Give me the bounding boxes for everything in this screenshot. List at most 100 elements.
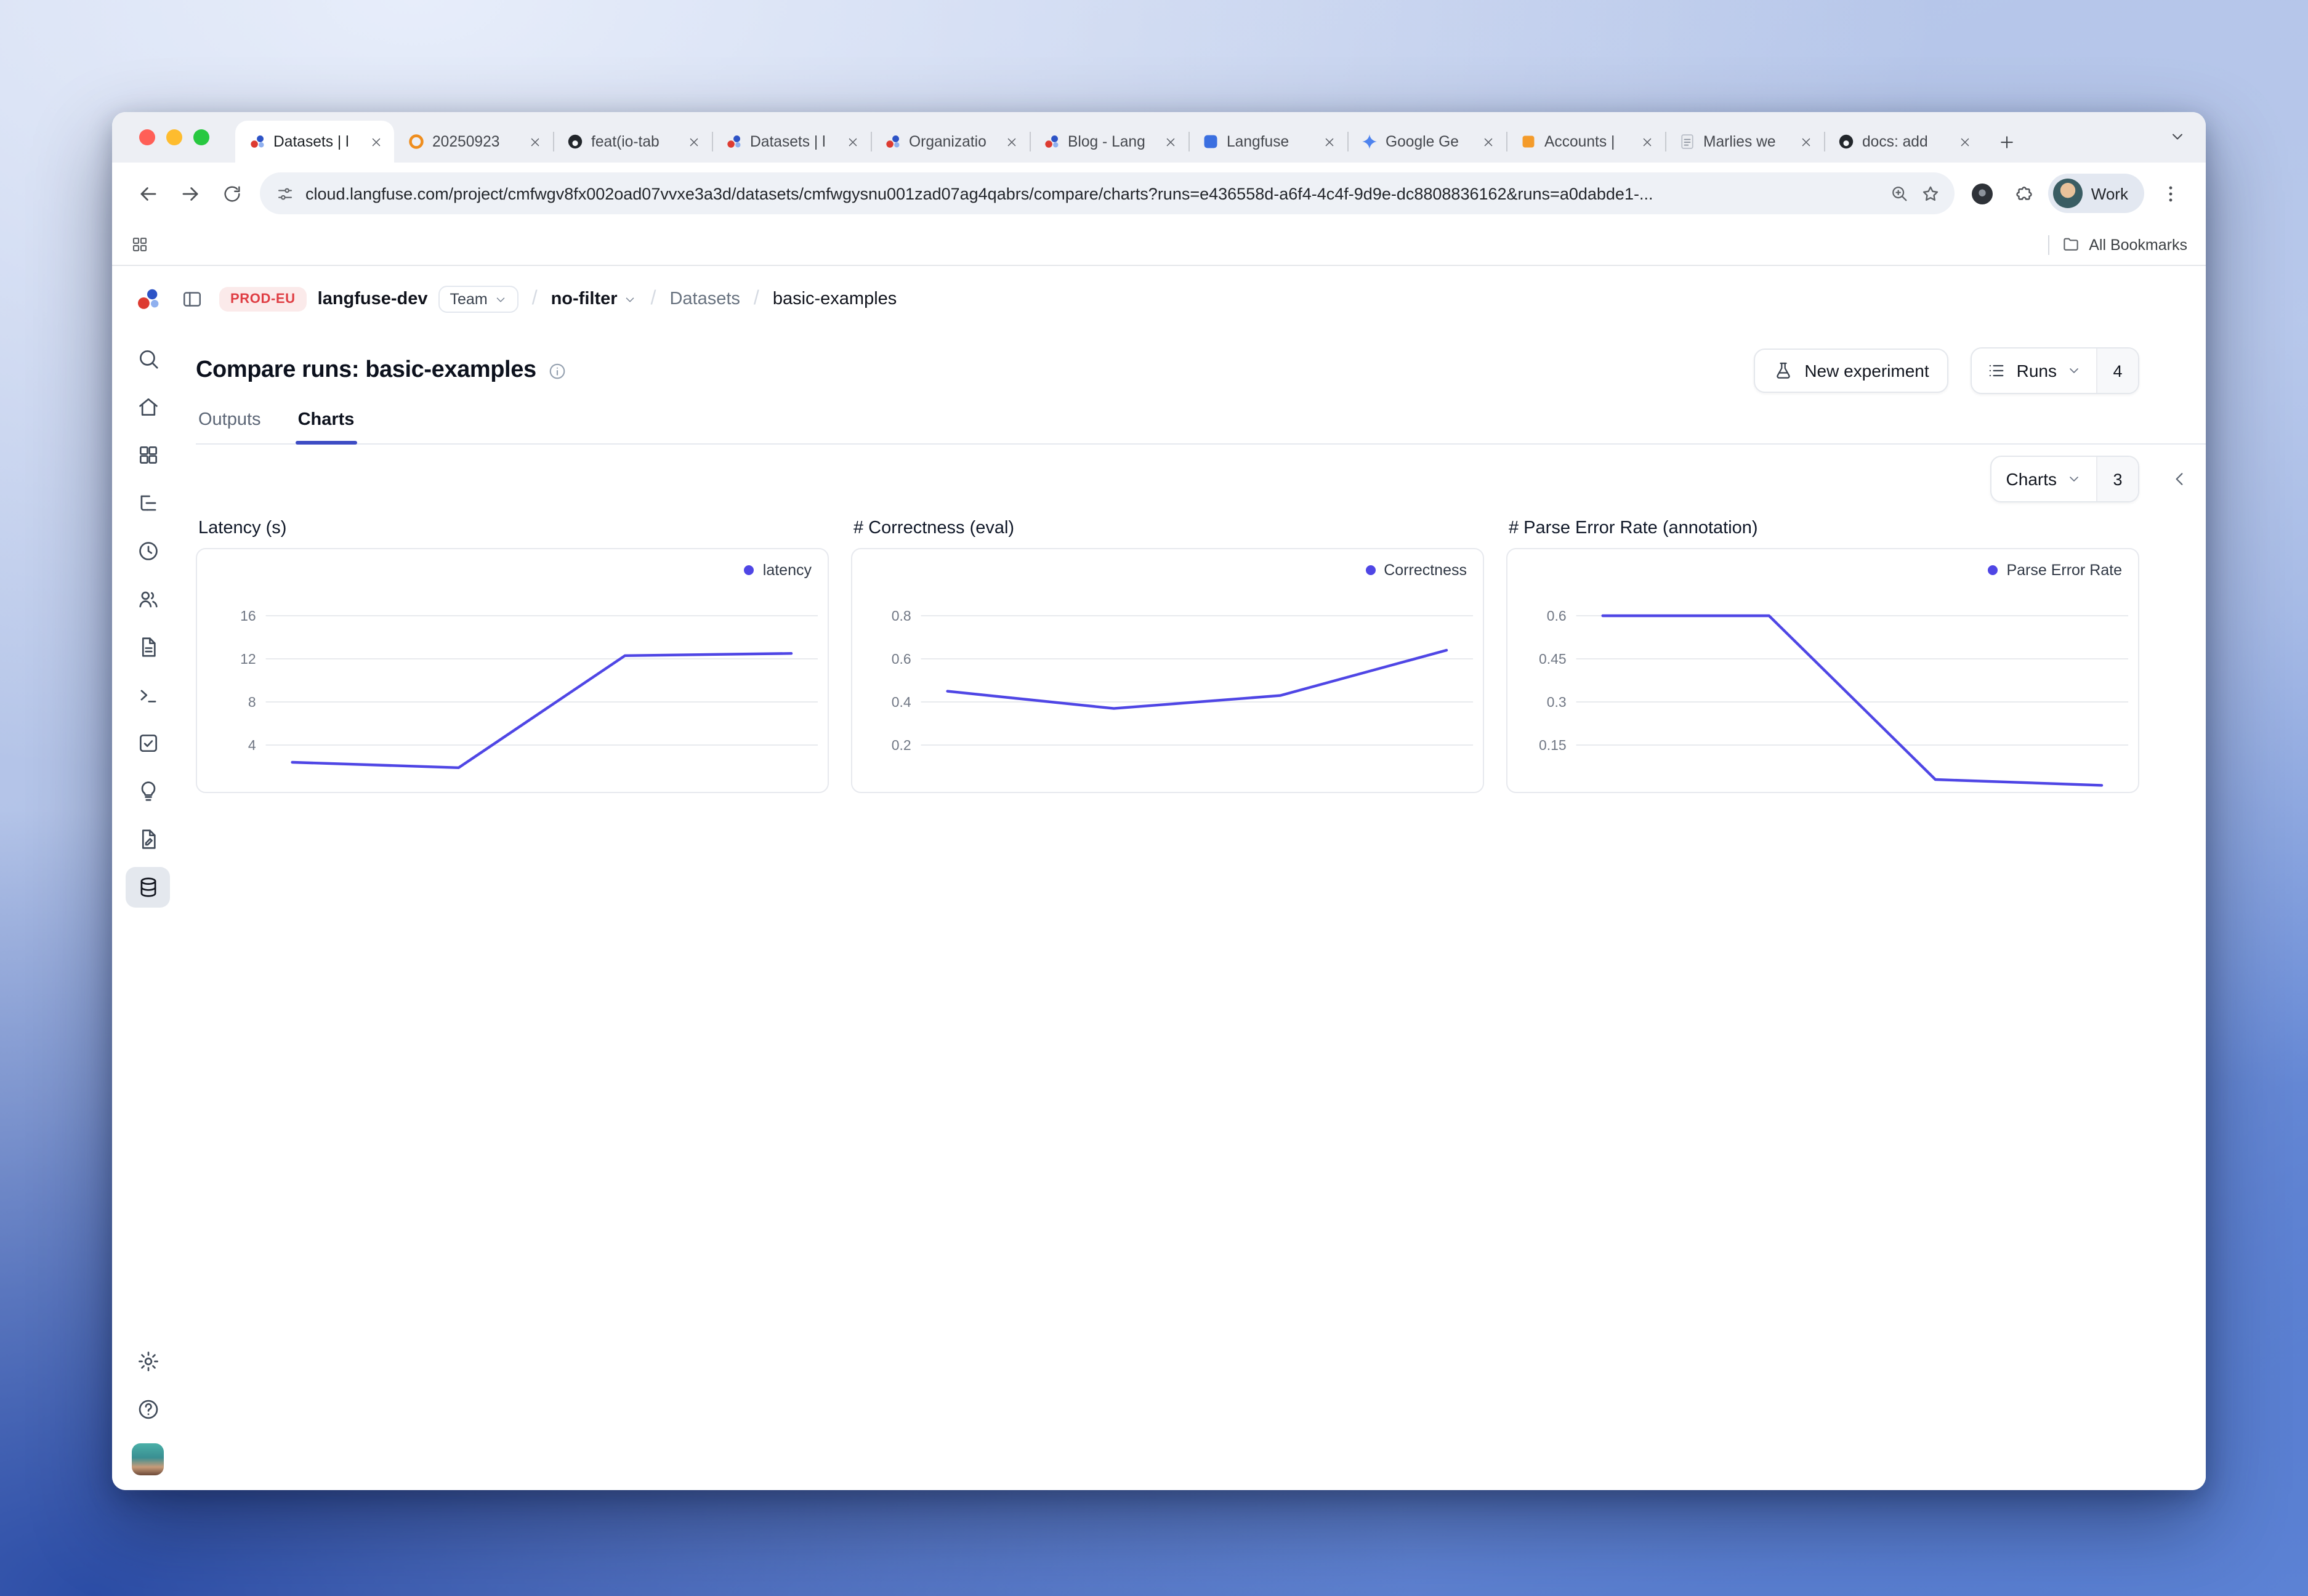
tab-close-icon[interactable] <box>1638 132 1656 151</box>
sidebar-item-annotations[interactable] <box>126 819 170 860</box>
tab-title: Blog - Lang <box>1068 133 1154 150</box>
app-header: PROD-EU langfuse-dev Team / no-filter / … <box>112 266 2206 332</box>
svg-text:0.2: 0.2 <box>892 737 911 753</box>
chart-card: 161284latency <box>196 548 829 793</box>
chart-title: # Correctness (eval) <box>853 518 1484 538</box>
sidebar-item-home[interactable] <box>126 387 170 427</box>
sidebar-toggle-icon[interactable] <box>181 288 203 310</box>
main-content: Compare runs: basic-examples New experim… <box>184 332 2206 1490</box>
svg-text:4: 4 <box>248 737 256 753</box>
svg-text:0.15: 0.15 <box>1539 737 1567 753</box>
tab-close-icon[interactable] <box>1956 132 1974 151</box>
browser-menu-icon[interactable] <box>2149 172 2191 214</box>
tab-outputs[interactable]: Outputs <box>196 410 264 443</box>
new-experiment-button[interactable]: New experiment <box>1754 349 1948 393</box>
breadcrumb-current: basic-examples <box>773 289 897 309</box>
tab-close-icon[interactable] <box>1797 132 1815 151</box>
environment-badge: PROD-EU <box>219 287 307 312</box>
tab-close-icon[interactable] <box>1479 132 1498 151</box>
tab-title: Datasets | l <box>750 133 836 150</box>
tab-close-icon[interactable] <box>1003 132 1021 151</box>
tab-favicon-langfuse <box>724 132 743 151</box>
all-bookmarks-label: All Bookmarks <box>2089 236 2187 253</box>
pinned-extension-icon[interactable] <box>1962 172 2004 214</box>
sidebar-item-settings[interactable] <box>126 1341 170 1382</box>
site-info-icon[interactable] <box>276 184 294 203</box>
zoom-window-button[interactable] <box>193 129 209 145</box>
sidebar-item-sessions[interactable] <box>126 531 170 571</box>
svg-text:0.3: 0.3 <box>1547 694 1567 710</box>
tab-title: Organizatio <box>909 133 995 150</box>
list-icon <box>1987 361 2007 381</box>
sidebar-item-datasets[interactable] <box>126 867 170 908</box>
legend-dot <box>1988 565 1998 575</box>
sidebar-item-search[interactable] <box>126 339 170 379</box>
browser-profile-chip[interactable]: Work <box>2048 174 2144 213</box>
info-icon[interactable] <box>549 361 567 380</box>
tab-favicon-langfuse <box>883 132 902 151</box>
tab-close-icon[interactable] <box>367 132 385 151</box>
tab-close-icon[interactable] <box>685 132 703 151</box>
langfuse-logo[interactable] <box>132 284 163 315</box>
sidebar-item-support[interactable] <box>126 1389 170 1430</box>
apps-grid-icon[interactable] <box>131 235 149 254</box>
tab-favicon-gemini <box>1360 132 1378 151</box>
browser-tab[interactable]: 20250923 <box>394 121 553 163</box>
charts-selector[interactable]: Charts 3 <box>1990 456 2139 502</box>
tab-favicon-langfuse <box>248 132 266 151</box>
bookmark-star-icon[interactable] <box>1920 183 1941 204</box>
bookmarks-divider <box>2048 235 2049 254</box>
zoom-icon[interactable] <box>1889 183 1909 203</box>
runs-count-badge: 4 <box>2096 349 2138 393</box>
breadcrumb-datasets[interactable]: Datasets <box>669 289 740 309</box>
close-window-button[interactable] <box>139 129 155 145</box>
chevron-down-icon <box>624 292 637 306</box>
sidebar-item-evaluations[interactable] <box>126 723 170 764</box>
forward-button[interactable] <box>169 172 211 214</box>
sidebar-item-dashboards[interactable] <box>126 435 170 475</box>
tab-favicon-github <box>1836 132 1855 151</box>
browser-tab[interactable]: Organizatio <box>871 121 1030 163</box>
browser-tab[interactable]: Langfuse <box>1188 121 1347 163</box>
all-bookmarks-button[interactable]: All Bookmarks <box>2062 235 2187 254</box>
browser-tab[interactable]: Datasets | l <box>712 121 871 163</box>
browser-tab[interactable]: docs: add <box>1824 121 1983 163</box>
svg-text:16: 16 <box>240 608 256 624</box>
organization-name[interactable]: langfuse-dev <box>318 289 428 309</box>
org-plan-chip[interactable]: Team <box>439 286 518 313</box>
folder-icon <box>2062 235 2080 254</box>
sidebar-item-playground[interactable] <box>126 675 170 715</box>
browser-tab[interactable]: Marlies we <box>1665 121 1824 163</box>
svg-text:12: 12 <box>240 651 256 667</box>
tab-favicon-github <box>565 132 584 151</box>
extensions-icon[interactable] <box>2004 172 2046 214</box>
tab-close-icon[interactable] <box>526 132 544 151</box>
browser-toolbar: cloud.langfuse.com/project/cmfwgv8fx002o… <box>112 163 2206 224</box>
sidebar-item-tracing[interactable] <box>126 483 170 523</box>
reload-button[interactable] <box>211 172 252 214</box>
collapse-panel-icon[interactable] <box>2170 469 2190 489</box>
sidebar-item-users[interactable] <box>126 579 170 619</box>
tab-charts[interactable]: Charts <box>296 410 357 443</box>
runs-selector[interactable]: Runs 4 <box>1971 347 2139 394</box>
browser-tab[interactable]: Blog - Lang <box>1030 121 1188 163</box>
browser-tab[interactable]: Accounts | <box>1506 121 1665 163</box>
browser-window: Datasets | l20250923feat(io-tabDatasets … <box>112 112 2206 1490</box>
minimize-window-button[interactable] <box>166 129 182 145</box>
address-bar[interactable]: cloud.langfuse.com/project/cmfwgv8fx002o… <box>260 172 1955 214</box>
tab-close-icon[interactable] <box>844 132 862 151</box>
tab-close-icon[interactable] <box>1161 132 1180 151</box>
profile-avatar <box>2053 179 2083 208</box>
user-avatar[interactable] <box>132 1443 164 1475</box>
sidebar-item-insights[interactable] <box>126 771 170 812</box>
tab-list-chevron-icon[interactable] <box>2169 128 2186 145</box>
browser-tab[interactable]: Google Ge <box>1347 121 1506 163</box>
sidebar-rail <box>112 332 184 1490</box>
tab-close-icon[interactable] <box>1320 132 1339 151</box>
browser-tab[interactable]: feat(io-tab <box>553 121 712 163</box>
browser-tab[interactable]: Datasets | l <box>235 121 394 163</box>
project-selector[interactable]: no-filter <box>551 289 637 309</box>
new-tab-button[interactable] <box>1990 126 2022 158</box>
sidebar-item-prompts[interactable] <box>126 627 170 667</box>
back-button[interactable] <box>127 172 169 214</box>
